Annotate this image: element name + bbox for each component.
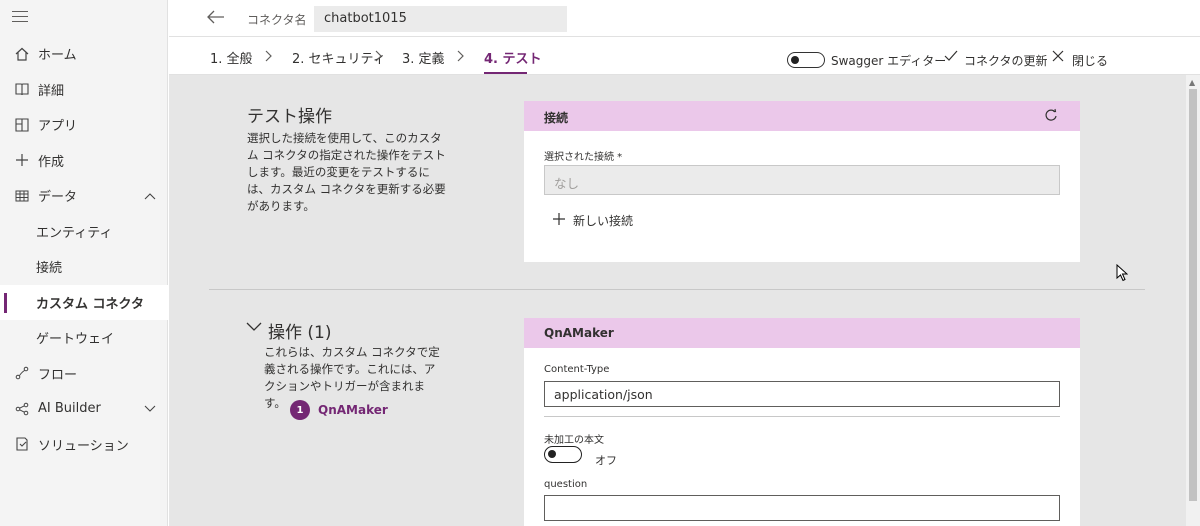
sidebar-item-label: フロー: [38, 367, 78, 383]
content-type-input[interactable]: application/json: [544, 381, 1060, 407]
apps-icon: [14, 117, 30, 133]
operation-number-badge: 1: [290, 400, 310, 420]
connection-card-header: 接続: [524, 101, 1080, 131]
section-divider: [209, 289, 1145, 290]
sidebar-item-apps[interactable]: アプリ: [0, 107, 168, 143]
sidebar-item-connections[interactable]: 接続: [0, 249, 168, 285]
vertical-scrollbar[interactable]: ▲: [1186, 75, 1200, 526]
content-type-label: Content-Type: [544, 364, 610, 375]
sidebar-item-label: AI Builder: [38, 401, 101, 417]
ai-builder-icon: [14, 401, 30, 417]
chevron-up-icon[interactable]: [144, 189, 156, 204]
connector-name-label: コネクタ名: [247, 13, 307, 27]
sidebar-item-data[interactable]: データ: [0, 178, 168, 214]
operations-title: 操作 (1): [268, 323, 332, 343]
new-connection-button[interactable]: 新しい接続: [573, 212, 633, 229]
swagger-editor-toggle[interactable]: [787, 52, 825, 68]
sidebar-item-create[interactable]: 作成: [0, 143, 168, 179]
sidebar-item-gateway[interactable]: ゲートウェイ: [0, 320, 168, 356]
checkmark-icon[interactable]: [944, 50, 958, 66]
back-arrow-icon[interactable]: [207, 10, 225, 28]
raw-body-state: オフ: [595, 454, 617, 467]
operation-card: QnAMaker Content-Type application/json 未…: [524, 318, 1080, 526]
operation-card-header: QnAMaker: [524, 318, 1080, 348]
operation-card-title: QnAMaker: [544, 326, 614, 340]
chevron-down-icon[interactable]: [246, 321, 262, 336]
test-operation-description: 選択した接続を使用して、このカスタム コネクタの指定された操作をテストします。最…: [247, 131, 446, 213]
sidebar: ホーム 詳細 アプリ 作成 データ エンティティ 接続 カスタム コネクタ ゲー…: [0, 0, 168, 526]
sidebar-nav: ホーム 詳細 アプリ 作成 データ エンティティ 接続 カスタム コネクタ ゲー…: [0, 36, 168, 462]
connection-card: 接続 選択された接続 * なし 新しい接続: [524, 101, 1080, 262]
sidebar-item-label: 作成: [38, 154, 65, 170]
sidebar-item-label: 詳細: [38, 83, 65, 99]
operations-description: これらは、カスタム コネクタで定義される操作です。これには、アクションやトリガー…: [264, 345, 440, 410]
test-operation-title: テスト操作: [247, 107, 332, 127]
toggle-knob: [791, 56, 799, 64]
chevron-right-icon: [265, 50, 273, 66]
sidebar-item-details[interactable]: 詳細: [0, 72, 168, 108]
solution-icon: [14, 436, 30, 452]
sidebar-item-custom-connectors[interactable]: カスタム コネクタ: [0, 284, 168, 320]
chevron-down-icon[interactable]: [144, 402, 156, 417]
plus-icon[interactable]: [552, 212, 566, 230]
chevron-right-icon: [375, 50, 383, 66]
book-icon: [14, 81, 30, 97]
sidebar-item-label: データ: [38, 190, 78, 206]
sidebar-item-flow[interactable]: フロー: [0, 356, 168, 392]
scroll-up-icon[interactable]: ▲: [1189, 78, 1195, 87]
toggle-knob: [548, 450, 556, 458]
tab-definition[interactable]: 3. 定義: [402, 48, 445, 67]
swagger-editor-label: Swagger エディター: [831, 54, 947, 68]
sidebar-item-entities[interactable]: エンティティ: [0, 214, 168, 250]
flow-icon: [14, 365, 30, 381]
update-connector-button[interactable]: コネクタの更新: [964, 52, 1048, 69]
top-bar: コネクタ名 chatbot1015: [169, 0, 1200, 37]
chevron-right-icon: [457, 50, 465, 66]
mouse-cursor-icon: [1116, 263, 1129, 286]
table-icon: [14, 188, 30, 204]
sidebar-item-label: 接続: [36, 261, 63, 277]
question-label: question: [544, 479, 588, 490]
active-tab-indicator: [484, 72, 527, 74]
wizard-tabs: 1. 全般 2. セキュリティ 3. 定義 4. テスト Swagger エディ…: [169, 37, 1200, 75]
selected-connection-label: 選択された接続 *: [544, 152, 623, 163]
close-icon[interactable]: [1052, 50, 1064, 66]
plus-icon: [14, 152, 30, 168]
refresh-icon[interactable]: [1044, 108, 1058, 125]
sidebar-item-label: アプリ: [38, 119, 78, 135]
tab-test[interactable]: 4. テスト: [484, 48, 542, 67]
sidebar-item-solutions[interactable]: ソリューション: [0, 427, 168, 463]
home-icon: [14, 46, 30, 62]
close-button[interactable]: 閉じる: [1072, 52, 1108, 69]
tab-security[interactable]: 2. セキュリティ: [292, 48, 386, 67]
hamburger-menu-icon[interactable]: [12, 11, 28, 23]
raw-body-label: 未加工の本文: [544, 435, 604, 446]
raw-body-toggle[interactable]: [544, 446, 582, 463]
sidebar-item-label: エンティティ: [36, 225, 113, 241]
selected-connection-field: なし: [544, 165, 1060, 195]
operation-qnamaker-link[interactable]: QnAMaker: [318, 403, 388, 417]
connector-name-input[interactable]: chatbot1015: [314, 6, 567, 32]
question-input[interactable]: [544, 495, 1060, 521]
sidebar-item-home[interactable]: ホーム: [0, 36, 168, 72]
scrollbar-thumb[interactable]: [1189, 89, 1197, 501]
sidebar-item-label: カスタム コネクタ: [36, 296, 145, 312]
tab-general[interactable]: 1. 全般: [210, 48, 253, 67]
field-divider: [544, 416, 1060, 417]
connection-card-title: 接続: [544, 111, 569, 125]
sidebar-item-label: ソリューション: [38, 438, 129, 454]
sidebar-item-label: ホーム: [38, 48, 77, 64]
sidebar-item-ai-builder[interactable]: AI Builder: [0, 391, 168, 427]
sidebar-item-label: ゲートウェイ: [36, 332, 115, 348]
